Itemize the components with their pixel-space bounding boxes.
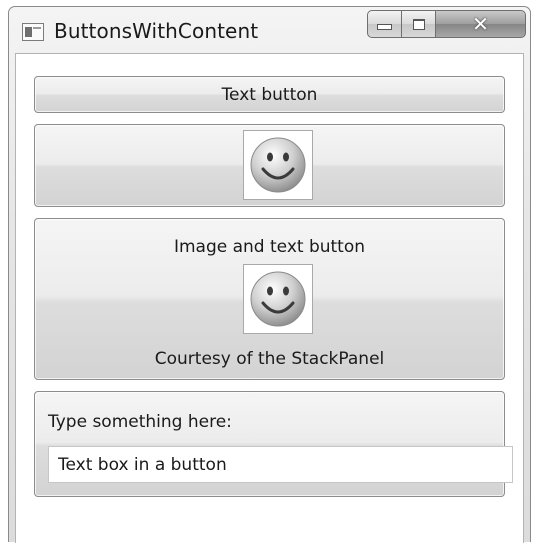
window-app-icon[interactable] [22, 23, 44, 41]
app-window: ButtonsWithContent ✕ Text button Image a… [8, 6, 531, 543]
smiley-face-icon [243, 130, 313, 200]
textbox-input[interactable] [48, 446, 513, 483]
maximize-icon [412, 18, 425, 30]
close-button[interactable]: ✕ [436, 10, 526, 38]
caption-buttons: ✕ [367, 10, 526, 38]
title-bar[interactable]: ButtonsWithContent ✕ [9, 7, 530, 53]
image-button[interactable] [34, 124, 505, 207]
maximize-button[interactable] [402, 10, 436, 38]
window-title: ButtonsWithContent [54, 19, 259, 43]
image-and-text-button[interactable]: Image and text button Courtesy of the St… [34, 218, 505, 380]
textbox-prompt-label: Type something here: [48, 412, 232, 432]
image-and-text-label: Image and text button [173, 237, 366, 257]
minimize-icon [377, 24, 392, 30]
textbox-button[interactable]: Type something here: [34, 391, 513, 497]
close-icon: ✕ [472, 12, 489, 36]
window-client-area: Text button Image and text button Courte… [15, 53, 524, 543]
text-button-label: Text button [221, 85, 318, 105]
text-button[interactable]: Text button [34, 76, 505, 113]
stackpanel-caption: Courtesy of the StackPanel [154, 349, 385, 369]
minimize-button[interactable] [367, 10, 402, 38]
smiley-face-icon [243, 264, 313, 334]
